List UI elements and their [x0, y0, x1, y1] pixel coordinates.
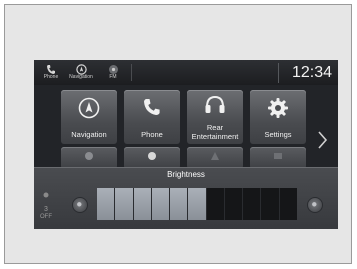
infotainment-screen: Phone Navigation FM 12:34 Navigation Pho… — [34, 60, 338, 229]
app-icon — [187, 148, 243, 160]
brightness-level-bar[interactable] — [97, 188, 297, 220]
brightness-segment-empty — [224, 188, 243, 220]
tile-rear-entertainment-label: Rear Entertainment — [191, 123, 239, 141]
brightness-segment-empty — [261, 188, 279, 220]
brightness-side-value: 3 — [44, 206, 48, 213]
brightness-segment-filled — [170, 188, 188, 220]
radio-icon — [98, 62, 128, 74]
navigation-icon — [66, 62, 96, 75]
phone-icon — [124, 97, 180, 119]
brightness-segment-filled — [133, 188, 151, 220]
tile-navigation-label: Navigation — [71, 129, 107, 139]
shortcut-fm[interactable]: FM — [98, 62, 128, 84]
compass-icon — [61, 97, 117, 119]
brightness-segment-empty — [243, 188, 261, 220]
brightness-segment-filled — [115, 188, 133, 220]
topbar-divider — [131, 64, 132, 81]
tile-row2-1[interactable] — [61, 147, 117, 169]
tile-phone-label: Phone — [141, 129, 163, 139]
brightness-segment-empty — [206, 188, 224, 220]
brightness-panel: Brightness 3 OFF — [34, 167, 338, 229]
tile-settings-label: Settings — [264, 129, 292, 139]
brightness-decrease-button[interactable] — [72, 197, 88, 213]
tile-rear-entertainment[interactable]: Rear Entertainment — [187, 90, 243, 144]
brightness-segment-filled — [97, 188, 115, 220]
brightness-title: Brightness — [167, 170, 205, 179]
shortcut-fm-label: FM — [109, 74, 117, 80]
phone-icon — [36, 62, 66, 74]
chevron-right-icon — [318, 131, 328, 149]
bluetooth-icon — [124, 148, 180, 160]
tile-row2-2[interactable] — [124, 147, 180, 169]
brightness-segment-filled — [151, 188, 170, 220]
tile-row2-4[interactable] — [250, 147, 306, 169]
brightness-segment-filled — [188, 188, 206, 220]
tile-phone[interactable]: Phone — [124, 90, 180, 144]
shortcut-phone[interactable]: Phone — [36, 62, 66, 84]
brightness-side-off: OFF — [40, 214, 52, 220]
top-status-bar: Phone Navigation FM 12:34 — [34, 60, 338, 85]
brightness-increase-button[interactable] — [307, 197, 323, 213]
media-icon — [61, 148, 117, 160]
shortcut-navigation-label: Navigation — [69, 74, 93, 80]
shortcut-navigation[interactable]: Navigation — [66, 62, 96, 84]
clock: 12:34 — [278, 63, 334, 83]
headphones-icon — [187, 94, 243, 116]
gear-icon — [250, 97, 306, 119]
sun-icon — [43, 192, 49, 198]
brightness-segment-empty — [279, 188, 297, 220]
tile-row2-3[interactable] — [187, 147, 243, 169]
app-icon — [250, 148, 306, 159]
next-page-arrow[interactable] — [315, 130, 329, 150]
tile-navigation[interactable]: Navigation — [61, 90, 117, 144]
shortcut-phone-label: Phone — [43, 74, 59, 80]
brightness-side-indicator: 3 OFF — [39, 186, 53, 221]
tile-settings[interactable]: Settings — [250, 90, 306, 144]
manual-figure-frame: Phone Navigation FM 12:34 Navigation Pho… — [4, 4, 352, 264]
